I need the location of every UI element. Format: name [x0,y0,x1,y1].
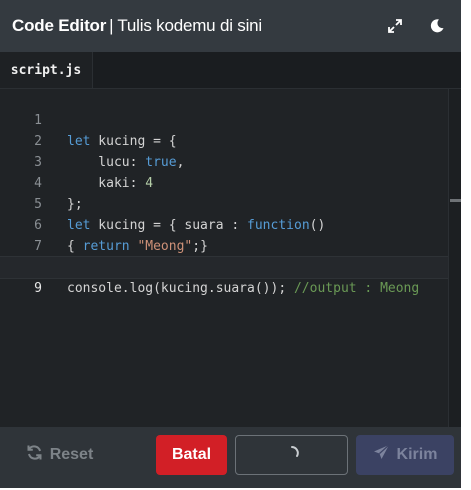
reset-button[interactable]: Reset [12,435,107,475]
tab-bar: script.js [0,52,461,89]
line-number: 9 [34,281,42,296]
kirim-label: Kirim [396,446,438,463]
loading-button[interactable] [235,435,348,475]
code-line-active: 9 [0,256,448,296]
code-line: 7 }; [0,215,448,275]
title-bar: Code Editor | Tulis kodemu di sini [0,0,461,52]
vertical-scrollbar[interactable] [448,89,461,427]
code-line: 1 let kucing = { [0,89,448,149]
title-text: Code Editor [12,16,107,35]
code-line: 5 let kucing = { suara : function() [0,173,448,233]
code-line: 6 { return "Meong";} [0,194,448,254]
expand-icon[interactable] [385,16,405,36]
code-line: 4 }; [0,152,448,212]
window-title: Code Editor | Tulis kodemu di sini [12,16,262,36]
scrollbar-thumb[interactable] [450,199,461,202]
kirim-button[interactable]: Kirim [356,435,454,475]
spinner-icon [284,445,300,466]
code-line: 2 lucu: true, [0,110,448,170]
title-subtitle: Tulis kodemu di sini [117,16,263,35]
batal-label: Batal [171,446,212,463]
moon-icon[interactable] [427,16,447,36]
batal-button[interactable]: Batal [156,435,227,475]
code-line: 3 kaki: 4 [0,131,448,191]
code-editor-window: Code Editor | Tulis kodemu di sini script.… [0,0,461,488]
code-area[interactable]: 1 let kucing = { 2 lucu: true, 3 kaki: 4… [0,89,448,427]
refresh-icon [26,444,43,466]
title-separator: | [109,16,114,35]
action-bar: Reset Batal Kirim [0,427,461,488]
tab-script-js[interactable]: script.js [0,52,93,88]
line-code: console.log(kucing.suara()); //output : … [67,281,420,296]
send-icon [373,444,390,466]
code-line: 8 console.log(kucing.suara()); //output … [0,236,448,296]
reset-label: Reset [49,446,94,463]
